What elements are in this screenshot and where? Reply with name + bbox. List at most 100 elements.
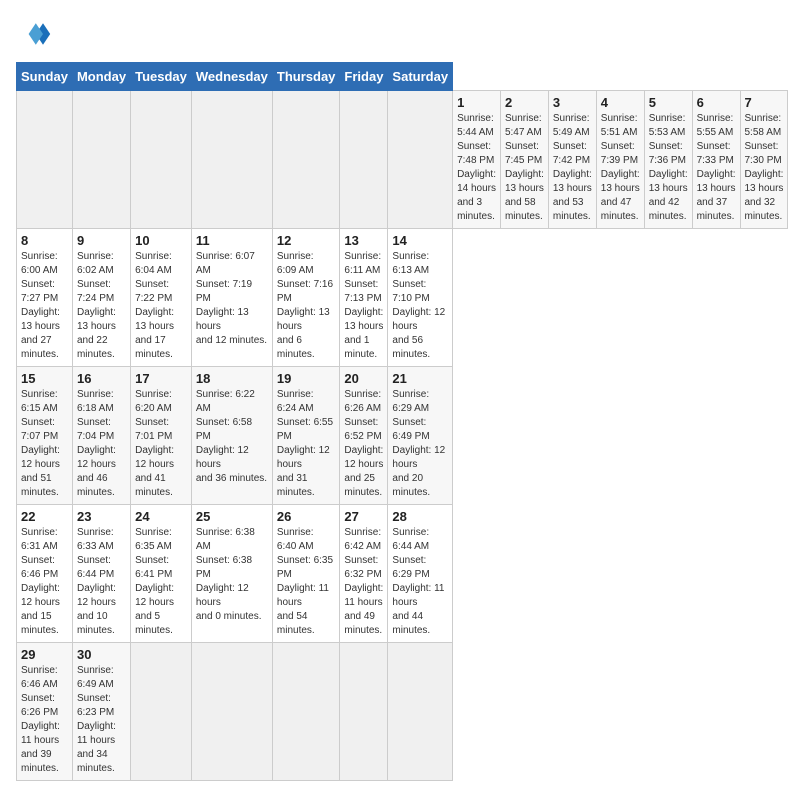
calendar-cell: 14 Sunrise: 6:13 AM Sunset: 7:10 PM Dayli…: [388, 229, 453, 367]
calendar-cell: [191, 91, 272, 229]
calendar-cell: 17 Sunrise: 6:20 AM Sunset: 7:01 PM Dayli…: [131, 367, 192, 505]
day-number: 24: [135, 509, 187, 524]
day-number: 28: [392, 509, 448, 524]
calendar-cell: 4 Sunrise: 5:51 AM Sunset: 7:39 PM Daylig…: [596, 91, 644, 229]
day-number: 21: [392, 371, 448, 386]
week-row: 15Sunrise: 6:15 AM Sunset: 7:07 PM Dayli…: [17, 367, 788, 505]
day-number: 6: [697, 95, 736, 110]
header: [16, 16, 776, 52]
day-number: 1: [457, 95, 496, 110]
day-number: 25: [196, 509, 268, 524]
calendar-header: SundayMondayTuesdayWednesdayThursdayFrid…: [17, 63, 788, 91]
day-number: 2: [505, 95, 544, 110]
week-row: 8 Sunrise: 6:00 AM Sunset: 7:27 PM Daylig…: [17, 229, 788, 367]
day-info: Sunrise: 5:55 AM Sunset: 7:33 PM Dayligh…: [697, 112, 736, 224]
day-info: Sunrise: 6:02 AM Sunset: 7:24 PM Dayligh…: [77, 250, 126, 362]
calendar-cell: 9Sunrise: 6:02 AM Sunset: 7:24 PM Daylig…: [72, 229, 130, 367]
calendar-cell: 30 Sunrise: 6:49 AM Sunset: 6:23 PM Dayli…: [72, 643, 130, 781]
day-number: 27: [344, 509, 383, 524]
day-number: 7: [745, 95, 784, 110]
calendar-cell: 8 Sunrise: 6:00 AM Sunset: 7:27 PM Daylig…: [17, 229, 73, 367]
day-number: 11: [196, 233, 268, 248]
week-row: 29 Sunrise: 6:46 AM Sunset: 6:26 PM Dayli…: [17, 643, 788, 781]
calendar-cell: 23 Sunrise: 6:33 AM Sunset: 6:44 PM Dayli…: [72, 505, 130, 643]
day-number: 5: [649, 95, 688, 110]
calendar-cell: [388, 643, 453, 781]
calendar-cell: 3Sunrise: 5:49 AM Sunset: 7:42 PM Daylig…: [548, 91, 596, 229]
day-info: Sunrise: 6:40 AM Sunset: 6:35 PM Dayligh…: [277, 526, 336, 638]
logo: [16, 16, 58, 52]
calendar-cell: 25 Sunrise: 6:38 AM Sunset: 6:38 PM Dayli…: [191, 505, 272, 643]
calendar-cell: [388, 91, 453, 229]
day-info: Sunrise: 6:31 AM Sunset: 6:46 PM Dayligh…: [21, 526, 68, 638]
day-info: Sunrise: 6:15 AM Sunset: 7:07 PM Dayligh…: [21, 388, 68, 500]
day-number: 10: [135, 233, 187, 248]
calendar-cell: 1 Sunrise: 5:44 AM Sunset: 7:48 PM Daylig…: [453, 91, 501, 229]
day-info: Sunrise: 6:38 AM Sunset: 6:38 PM Dayligh…: [196, 526, 268, 624]
calendar-cell: 6 Sunrise: 5:55 AM Sunset: 7:33 PM Daylig…: [692, 91, 740, 229]
page-container: SundayMondayTuesdayWednesdayThursdayFrid…: [0, 0, 792, 789]
column-header-tuesday: Tuesday: [131, 63, 192, 91]
calendar-cell: [72, 91, 130, 229]
calendar-cell: 22Sunrise: 6:31 AM Sunset: 6:46 PM Dayli…: [17, 505, 73, 643]
calendar-cell: [17, 91, 73, 229]
calendar-cell: 27 Sunrise: 6:42 AM Sunset: 6:32 PM Dayli…: [340, 505, 388, 643]
column-header-monday: Monday: [72, 63, 130, 91]
calendar-cell: 26Sunrise: 6:40 AM Sunset: 6:35 PM Dayli…: [272, 505, 340, 643]
day-info: Sunrise: 6:22 AM Sunset: 6:58 PM Dayligh…: [196, 388, 268, 486]
day-info: Sunrise: 5:53 AM Sunset: 7:36 PM Dayligh…: [649, 112, 688, 224]
day-info: Sunrise: 6:00 AM Sunset: 7:27 PM Dayligh…: [21, 250, 68, 362]
day-info: Sunrise: 5:58 AM Sunset: 7:30 PM Dayligh…: [745, 112, 784, 224]
calendar-cell: [272, 91, 340, 229]
column-header-sunday: Sunday: [17, 63, 73, 91]
column-header-friday: Friday: [340, 63, 388, 91]
day-info: Sunrise: 6:44 AM Sunset: 6:29 PM Dayligh…: [392, 526, 448, 638]
day-info: Sunrise: 6:11 AM Sunset: 7:13 PM Dayligh…: [344, 250, 383, 362]
day-info: Sunrise: 6:42 AM Sunset: 6:32 PM Dayligh…: [344, 526, 383, 638]
column-header-wednesday: Wednesday: [191, 63, 272, 91]
logo-icon: [16, 16, 52, 52]
column-header-thursday: Thursday: [272, 63, 340, 91]
calendar-cell: 12 Sunrise: 6:09 AM Sunset: 7:16 PM Dayli…: [272, 229, 340, 367]
day-number: 29: [21, 647, 68, 662]
calendar-cell: 11 Sunrise: 6:07 AM Sunset: 7:19 PM Dayli…: [191, 229, 272, 367]
day-number: 12: [277, 233, 336, 248]
day-info: Sunrise: 6:09 AM Sunset: 7:16 PM Dayligh…: [277, 250, 336, 362]
day-number: 4: [601, 95, 640, 110]
day-number: 14: [392, 233, 448, 248]
calendar-cell: [131, 643, 192, 781]
calendar-cell: 19Sunrise: 6:24 AM Sunset: 6:55 PM Dayli…: [272, 367, 340, 505]
day-info: Sunrise: 6:49 AM Sunset: 6:23 PM Dayligh…: [77, 664, 126, 776]
week-row: 22Sunrise: 6:31 AM Sunset: 6:46 PM Dayli…: [17, 505, 788, 643]
calendar-cell: 20Sunrise: 6:26 AM Sunset: 6:52 PM Dayli…: [340, 367, 388, 505]
day-info: Sunrise: 6:20 AM Sunset: 7:01 PM Dayligh…: [135, 388, 187, 500]
day-info: Sunrise: 6:35 AM Sunset: 6:41 PM Dayligh…: [135, 526, 187, 638]
day-info: Sunrise: 6:04 AM Sunset: 7:22 PM Dayligh…: [135, 250, 187, 362]
calendar-table: SundayMondayTuesdayWednesdayThursdayFrid…: [16, 62, 788, 781]
calendar-cell: 5 Sunrise: 5:53 AM Sunset: 7:36 PM Daylig…: [644, 91, 692, 229]
day-info: Sunrise: 6:24 AM Sunset: 6:55 PM Dayligh…: [277, 388, 336, 500]
calendar-cell: 29 Sunrise: 6:46 AM Sunset: 6:26 PM Dayli…: [17, 643, 73, 781]
calendar-cell: 13 Sunrise: 6:11 AM Sunset: 7:13 PM Dayli…: [340, 229, 388, 367]
calendar-cell: [340, 643, 388, 781]
day-info: Sunrise: 5:49 AM Sunset: 7:42 PM Dayligh…: [553, 112, 592, 224]
day-info: Sunrise: 6:18 AM Sunset: 7:04 PM Dayligh…: [77, 388, 126, 500]
day-number: 23: [77, 509, 126, 524]
day-info: Sunrise: 5:44 AM Sunset: 7:48 PM Dayligh…: [457, 112, 496, 224]
calendar-cell: 2Sunrise: 5:47 AM Sunset: 7:45 PM Daylig…: [500, 91, 548, 229]
calendar-cell: 7 Sunrise: 5:58 AM Sunset: 7:30 PM Daylig…: [740, 91, 788, 229]
day-number: 30: [77, 647, 126, 662]
day-info: Sunrise: 6:46 AM Sunset: 6:26 PM Dayligh…: [21, 664, 68, 776]
day-number: 13: [344, 233, 383, 248]
day-info: Sunrise: 6:33 AM Sunset: 6:44 PM Dayligh…: [77, 526, 126, 638]
day-info: Sunrise: 6:07 AM Sunset: 7:19 PM Dayligh…: [196, 250, 268, 348]
calendar-cell: [272, 643, 340, 781]
day-info: Sunrise: 6:29 AM Sunset: 6:49 PM Dayligh…: [392, 388, 448, 500]
calendar-cell: [131, 91, 192, 229]
day-number: 17: [135, 371, 187, 386]
day-info: Sunrise: 6:13 AM Sunset: 7:10 PM Dayligh…: [392, 250, 448, 362]
day-info: Sunrise: 5:51 AM Sunset: 7:39 PM Dayligh…: [601, 112, 640, 224]
calendar-cell: 21 Sunrise: 6:29 AM Sunset: 6:49 PM Dayli…: [388, 367, 453, 505]
calendar-cell: 10 Sunrise: 6:04 AM Sunset: 7:22 PM Dayli…: [131, 229, 192, 367]
day-number: 8: [21, 233, 68, 248]
